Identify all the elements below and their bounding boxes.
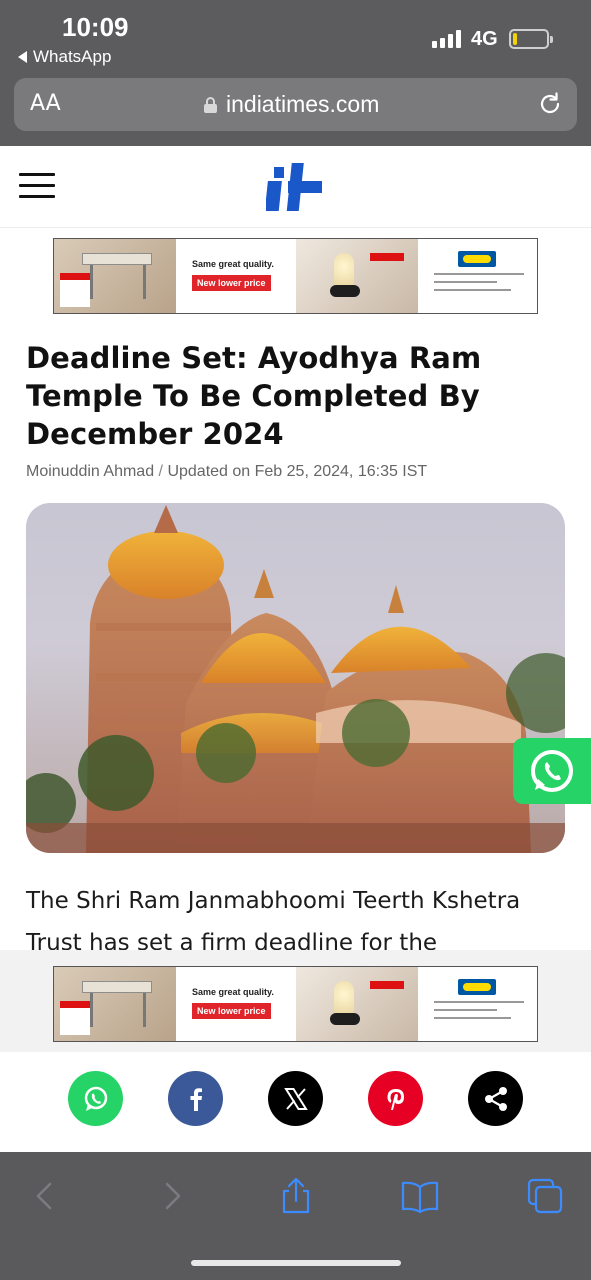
- share-x-button[interactable]: [268, 1071, 323, 1126]
- tabs-icon[interactable]: [525, 1176, 565, 1216]
- reload-icon[interactable]: [536, 90, 564, 118]
- whatsapp-icon: [84, 1086, 107, 1111]
- ad-tagline: Same great quality.: [192, 987, 274, 997]
- share-bar: [0, 1052, 591, 1152]
- battery-icon: [509, 29, 553, 49]
- ikea-logo: [458, 979, 496, 995]
- forward-icon[interactable]: [152, 1176, 192, 1216]
- signal-icon: [432, 30, 461, 48]
- browser-bottom-bar: [0, 1152, 591, 1280]
- lock-icon: [204, 96, 217, 113]
- share-more-button[interactable]: [468, 1071, 523, 1126]
- menu-icon[interactable]: [19, 173, 55, 199]
- site-header: [0, 146, 591, 228]
- article-byline: Moinuddin Ahmad / Updated on Feb 25, 202…: [26, 463, 427, 481]
- share-pinterest-button[interactable]: [368, 1071, 423, 1126]
- ad-banner-top[interactable]: Same great quality. New lower price: [53, 238, 538, 314]
- back-app-label: WhatsApp: [33, 47, 112, 66]
- share-icon: [484, 1086, 507, 1111]
- ad-tagline: Same great quality.: [192, 259, 274, 269]
- x-icon: [283, 1087, 308, 1110]
- site-logo[interactable]: [266, 161, 324, 215]
- ad-banner-top-area: Same great quality. New lower price: [0, 228, 591, 324]
- ad-promo: New lower price: [192, 275, 271, 291]
- byline-separator: /: [158, 463, 163, 480]
- back-arrow-icon: [18, 51, 27, 63]
- url-display[interactable]: indiatimes.com: [204, 91, 379, 118]
- back-icon[interactable]: [25, 1176, 65, 1216]
- whatsapp-float-button[interactable]: [513, 738, 591, 804]
- url-text: indiatimes.com: [226, 91, 380, 117]
- updated-date: Updated on Feb 25, 2024, 16:35 IST: [167, 463, 428, 480]
- author-link[interactable]: Moinuddin Ahmad: [26, 463, 154, 480]
- ad-banner-bottom-area: Same great quality. New lower price: [0, 950, 591, 1052]
- share-facebook-button[interactable]: [168, 1071, 223, 1126]
- ikea-logo: [458, 251, 496, 267]
- status-time: 10:09: [62, 12, 129, 42]
- bookmarks-icon[interactable]: [400, 1176, 440, 1216]
- page: 10:09 WhatsApp 4G AA indiatimes.com Same…: [0, 0, 591, 1280]
- ad-banner-bottom[interactable]: Same great quality. New lower price: [53, 966, 538, 1042]
- temple-illustration: [26, 505, 565, 853]
- text-size-label: AA: [30, 91, 61, 116]
- battery-level: [513, 33, 517, 45]
- home-indicator[interactable]: [191, 1260, 401, 1266]
- share-whatsapp-button[interactable]: [68, 1071, 123, 1126]
- facebook-icon: [190, 1087, 202, 1111]
- address-bar[interactable]: AA indiatimes.com: [14, 78, 577, 131]
- share-sheet-icon[interactable]: [276, 1176, 316, 1216]
- ad-promo: New lower price: [192, 1003, 271, 1019]
- whatsapp-icon: [531, 750, 573, 792]
- article-hero-image: [26, 503, 565, 853]
- browser-top-bar: 10:09 WhatsApp 4G AA indiatimes.com: [0, 0, 591, 146]
- text-size-button[interactable]: AA: [30, 91, 61, 116]
- back-to-app-link[interactable]: WhatsApp: [18, 47, 111, 67]
- article-headline: Deadline Set: Ayodhya Ram Temple To Be C…: [26, 341, 482, 451]
- pinterest-icon: [387, 1088, 404, 1110]
- network-label: 4G: [471, 28, 498, 50]
